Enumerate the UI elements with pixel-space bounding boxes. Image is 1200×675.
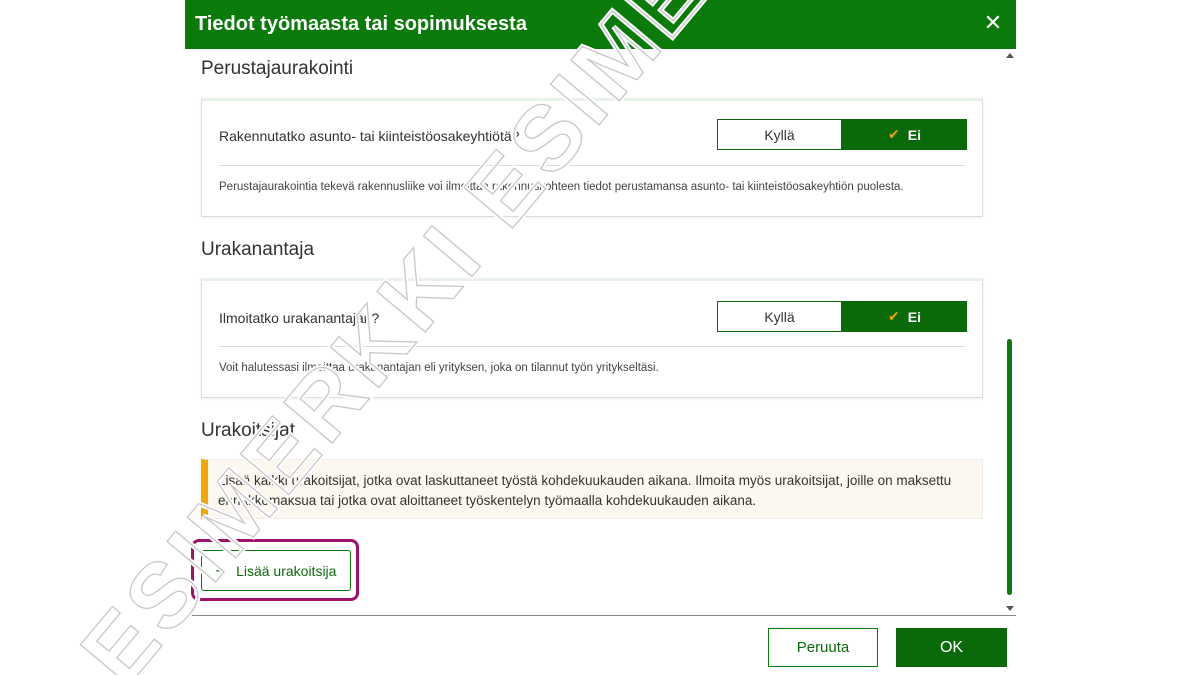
founder-yes-label: Kyllä <box>764 126 795 143</box>
client-no-option[interactable]: ✔ Ei <box>842 301 967 332</box>
client-no-label: Ei <box>907 308 921 325</box>
section-heading-client: Urakanantaja <box>201 239 315 260</box>
scrollbar-thumb[interactable] <box>1007 339 1012 595</box>
plus-icon: + <box>215 560 227 581</box>
check-icon: ✔ <box>888 308 900 324</box>
dialog: Tiedot työmaasta tai sopimuksesta ✕ Peru… <box>185 0 1016 675</box>
footer-divider <box>185 615 1016 616</box>
client-yes-label: Kyllä <box>764 308 795 325</box>
founder-no-label: Ei <box>907 126 921 143</box>
vertical-scrollbar[interactable] <box>1004 49 1016 615</box>
cancel-button[interactable]: Peruuta <box>768 628 878 667</box>
founder-toggle: Kyllä ✔ Ei <box>717 119 967 150</box>
notice-line-1: Lisää kaikki urakoitsijat, jotka ovat la… <box>218 473 952 488</box>
client-toggle: Kyllä ✔ Ei <box>717 301 967 332</box>
section-heading-founder: Perustajaurakointi <box>201 58 354 79</box>
dialog-content[interactable]: Perustajaurakointi Rakennutatko asunto- … <box>185 49 1016 615</box>
client-card: Ilmoitatko urakanantajan? Kyllä ✔ Ei Voit… <box>201 278 983 398</box>
notice-text: Lisää kaikki urakoitsijat, jotka ovat la… <box>218 471 970 511</box>
contractors-notice: Lisää kaikki urakoitsijat, jotka ovat la… <box>201 459 983 519</box>
notice-line-2: ennakkomaksua tai jotka ovat aloittaneet… <box>218 493 757 508</box>
client-question: Ilmoitatko urakanantajan? <box>219 310 380 326</box>
divider <box>219 346 965 347</box>
client-yes-option[interactable]: Kyllä <box>717 301 842 332</box>
founder-card: Rakennutatko asunto- tai kiinteistöosake… <box>201 98 983 217</box>
founder-no-option[interactable]: ✔ Ei <box>842 119 967 150</box>
add-contractor-button[interactable]: + Lisää urakoitsija <box>201 550 351 591</box>
scroll-up-icon[interactable] <box>1006 53 1014 58</box>
scroll-down-icon[interactable] <box>1006 606 1014 611</box>
founder-question: Rakennutatko asunto- tai kiinteistöosake… <box>219 128 520 144</box>
divider <box>219 165 965 166</box>
check-icon: ✔ <box>888 126 900 142</box>
founder-help-text: Perustajaurakointia tekevä rakennusliike… <box>219 181 904 193</box>
client-help-text: Voit halutessasi ilmoittaa urakanantajan… <box>219 362 659 374</box>
add-contractor-label: Lisää urakoitsija <box>236 562 337 579</box>
close-icon[interactable]: ✕ <box>980 10 1006 36</box>
founder-yes-option[interactable]: Kyllä <box>717 119 842 150</box>
ok-button[interactable]: OK <box>896 628 1007 667</box>
dialog-title: Tiedot työmaasta tai sopimuksesta <box>195 13 527 35</box>
dialog-titlebar: Tiedot työmaasta tai sopimuksesta ✕ <box>185 0 1016 49</box>
section-heading-contractors: Urakoitsijat <box>201 420 295 441</box>
